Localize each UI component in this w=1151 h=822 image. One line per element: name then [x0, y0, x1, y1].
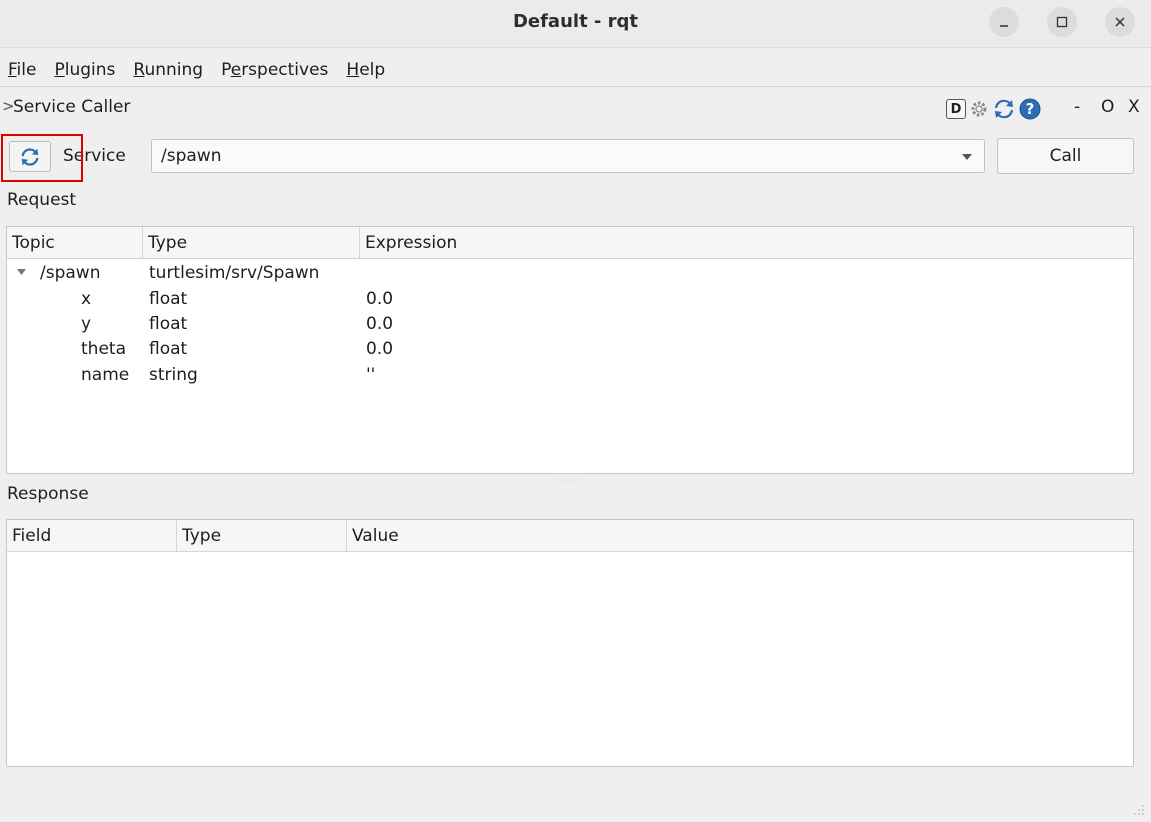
- plugin-title-bar: > Service Caller D ? - O X: [0, 95, 1151, 125]
- menu-plugins-mnemonic: P: [54, 60, 65, 80]
- window-title: Default - rqt: [512, 11, 639, 32]
- menu-perspectives-mnemonic: e: [230, 60, 242, 80]
- tree-cell-topic: /spawn: [40, 263, 101, 283]
- close-icon: [1115, 17, 1125, 27]
- dock-d-button[interactable]: D: [946, 99, 966, 119]
- menu-bar: File Plugins Running Perspectives Help: [0, 55, 1151, 85]
- tree-row-root[interactable]: /spawn turtlesim/srv/Spawn: [7, 260, 1133, 286]
- plugin-toolbar: D ?: [946, 97, 1042, 121]
- column-header-expression[interactable]: Expression: [360, 227, 1130, 259]
- menu-running-label: unning: [144, 60, 204, 80]
- menu-running[interactable]: Running: [133, 60, 203, 80]
- menu-file-label: ile: [16, 60, 37, 80]
- minimize-icon: [1000, 25, 1008, 27]
- rqt-window: Default - rqt File Plugins Running Persp…: [0, 0, 1151, 822]
- plugin-title: Service Caller: [13, 97, 131, 117]
- menu-separator: [0, 86, 1151, 87]
- menu-help-mnemonic: H: [346, 60, 360, 80]
- column-header-topic[interactable]: Topic: [7, 227, 143, 259]
- tree-row-name[interactable]: name string '': [7, 362, 1133, 388]
- menu-plugins[interactable]: Plugins: [54, 60, 115, 80]
- menu-plugins-label: lugins: [64, 60, 116, 80]
- call-button[interactable]: Call: [997, 138, 1134, 174]
- minimize-button[interactable]: [989, 7, 1019, 37]
- response-tree-header: Field Type Value: [7, 520, 1133, 552]
- service-selected-value: /spawn: [161, 146, 222, 166]
- tree-cell-type: float: [149, 314, 188, 334]
- maximize-icon: [1056, 16, 1068, 28]
- tree-row-theta[interactable]: theta float 0.0: [7, 336, 1133, 362]
- plugin-float-button[interactable]: O: [1101, 97, 1114, 117]
- request-tree-header: Topic Type Expression: [7, 227, 1133, 259]
- column-header-type[interactable]: Type: [143, 227, 360, 259]
- menu-running-mnemonic: R: [133, 60, 145, 80]
- tree-cell-expression[interactable]: 0.0: [366, 336, 393, 362]
- service-label: Service: [63, 146, 126, 166]
- menu-help-label: elp: [359, 60, 386, 80]
- title-bar: Default - rqt: [0, 0, 1151, 48]
- service-select[interactable]: /spawn: [151, 139, 985, 173]
- menu-perspectives[interactable]: Perspectives: [221, 60, 328, 80]
- refresh-services-button[interactable]: [9, 141, 51, 172]
- column-header-type[interactable]: Type: [177, 520, 347, 552]
- svg-text:?: ?: [1026, 100, 1035, 118]
- column-header-value[interactable]: Value: [347, 520, 1130, 552]
- resize-grip-icon[interactable]: [1133, 804, 1145, 816]
- tree-cell-type: float: [149, 339, 188, 359]
- splitter-handle[interactable]: ······: [558, 476, 579, 485]
- request-label: Request: [7, 190, 77, 210]
- tree-cell-topic: x: [81, 289, 92, 309]
- maximize-button[interactable]: [1047, 7, 1077, 37]
- tree-cell-topic: name: [81, 365, 130, 385]
- tree-cell-type: string: [149, 365, 198, 385]
- refresh-icon: [21, 147, 39, 166]
- tree-cell-expression[interactable]: 0.0: [366, 311, 393, 337]
- gear-icon[interactable]: [968, 98, 990, 120]
- tree-row-x[interactable]: x float 0.0: [7, 286, 1133, 312]
- tree-cell-topic: theta: [81, 339, 126, 359]
- tree-cell-type: float: [149, 289, 188, 309]
- tree-cell-topic: y: [81, 314, 92, 334]
- dropdown-arrow-icon: [962, 154, 972, 160]
- menu-file[interactable]: File: [8, 60, 36, 80]
- close-button[interactable]: [1105, 7, 1135, 37]
- help-icon[interactable]: ?: [1018, 97, 1042, 121]
- menu-file-mnemonic: F: [8, 60, 17, 80]
- tree-cell-expression[interactable]: '': [366, 362, 375, 388]
- response-tree[interactable]: Field Type Value: [6, 519, 1134, 767]
- menu-perspectives-label: rspectives: [241, 60, 329, 80]
- tree-row-y[interactable]: y float 0.0: [7, 311, 1133, 337]
- response-label: Response: [7, 484, 89, 504]
- tree-cell-expression[interactable]: 0.0: [366, 286, 393, 312]
- column-header-field[interactable]: Field: [7, 520, 177, 552]
- request-tree[interactable]: Topic Type Expression /spawn turtlesim/s…: [6, 226, 1134, 474]
- menu-help[interactable]: Help: [346, 60, 385, 80]
- plugin-close-button[interactable]: X: [1128, 97, 1140, 117]
- expand-arrow-icon[interactable]: [17, 269, 26, 276]
- plugin-minimize-button[interactable]: -: [1074, 97, 1080, 117]
- reload-plugin-icon[interactable]: [992, 97, 1016, 121]
- menu-perspectives-pre: P: [221, 60, 231, 80]
- tree-cell-type: turtlesim/srv/Spawn: [149, 263, 320, 283]
